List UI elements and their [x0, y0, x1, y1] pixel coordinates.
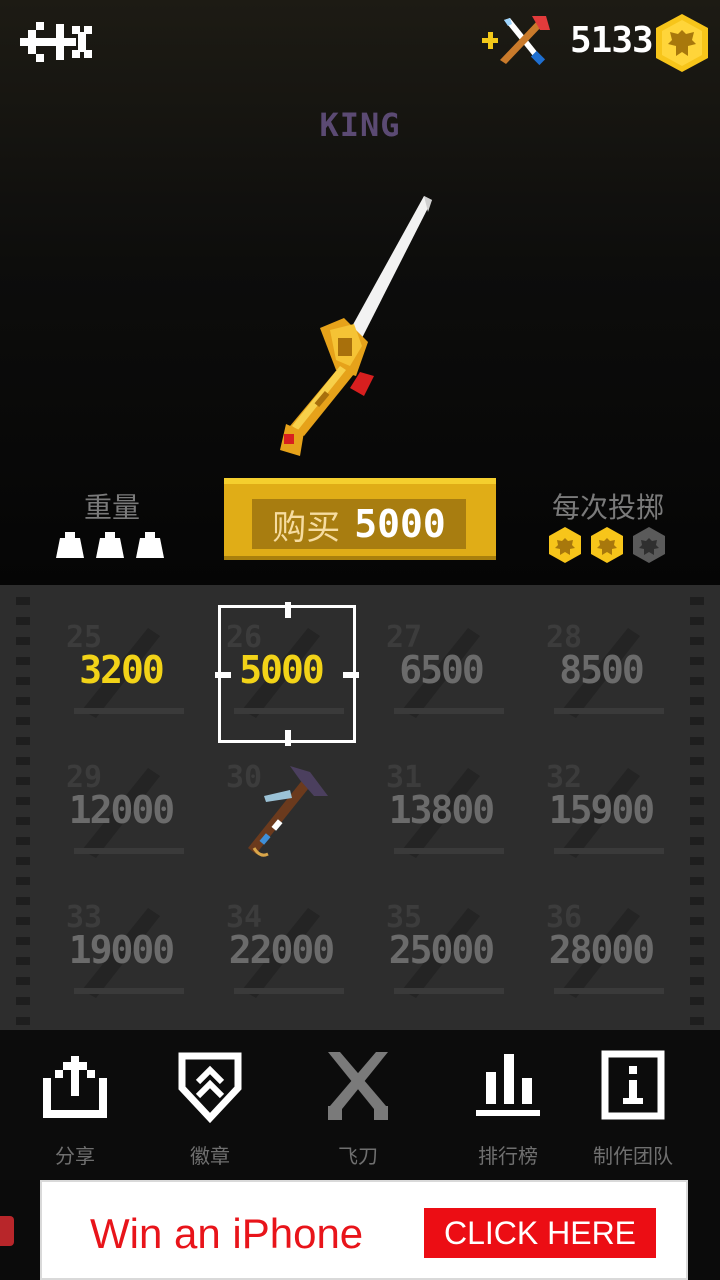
- knife-slot[interactable]: 36 28000: [526, 888, 676, 1018]
- leaderboard-icon: [476, 1054, 540, 1116]
- knife-progress-bar: [74, 708, 184, 714]
- knife-price: 28000: [548, 928, 655, 972]
- bottom-nav: 分享 徽章 飞刀 排行榜 制作团队: [0, 1030, 720, 1180]
- nav-share[interactable]: 分享: [10, 1048, 140, 1178]
- knife-price: 22000: [228, 928, 335, 972]
- ad-side-tab[interactable]: [0, 1216, 14, 1246]
- knife-price: 8500: [559, 648, 645, 692]
- nav-label: 徽章: [190, 1144, 230, 1168]
- weight-icon: [96, 532, 124, 558]
- badge-shield-icon: [178, 1052, 242, 1124]
- weight-icon: [136, 532, 164, 558]
- knife-progress-bar: [234, 988, 344, 994]
- knife-slot[interactable]: 27 6500: [366, 608, 516, 738]
- coin-icon-dim: [633, 527, 665, 563]
- buy-button-inner: 购买 5000: [252, 499, 466, 549]
- nav-label: 分享: [55, 1144, 95, 1168]
- nav-label: 制作团队: [593, 1144, 673, 1168]
- throw-cost-label: 每次投掷: [551, 491, 664, 524]
- knife-slot[interactable]: 34 22000: [206, 888, 356, 1018]
- knife-price: 12000: [68, 788, 175, 832]
- weight-label: 重量: [83, 491, 140, 524]
- buy-label: 购买: [272, 507, 341, 548]
- knife-price: 13800: [388, 788, 495, 832]
- knife-slot[interactable]: 31 13800: [366, 748, 516, 878]
- knife-combo-icon[interactable]: [480, 14, 552, 70]
- left-rail: [16, 585, 30, 1030]
- knife-slot[interactable]: 25 3200: [46, 608, 196, 738]
- knife-slot[interactable]: 29 12000: [46, 748, 196, 878]
- nav-knives[interactable]: 飞刀: [293, 1048, 423, 1178]
- knife-slot[interactable]: 32 15900: [526, 748, 676, 878]
- ad-click-button[interactable]: CLICK HERE: [424, 1208, 656, 1258]
- sword-icon: [280, 196, 432, 456]
- info-icon: [601, 1050, 665, 1120]
- knife-progress-bar: [554, 988, 664, 994]
- selection-frame: [215, 602, 359, 746]
- back-arrow-icon[interactable]: [16, 12, 100, 72]
- coin-balance: 5133: [570, 20, 654, 61]
- knife-price: 6500: [399, 648, 485, 692]
- crossed-knives-icon: [328, 1052, 388, 1120]
- knife-progress-bar: [394, 988, 504, 994]
- knife-price: 3200: [79, 648, 165, 692]
- right-rail: [690, 585, 704, 1030]
- nav-label: 飞刀: [338, 1144, 378, 1168]
- nav-leaderboard[interactable]: 排行榜: [443, 1048, 573, 1178]
- buy-price: 5000: [354, 502, 446, 546]
- knife-slot[interactable]: 30: [206, 748, 356, 878]
- knife-price: 19000: [68, 928, 175, 972]
- knife-slot[interactable]: 33 19000: [46, 888, 196, 1018]
- buy-button[interactable]: 购买 5000: [224, 478, 496, 560]
- knife-progress-bar: [74, 988, 184, 994]
- share-icon: [43, 1056, 107, 1118]
- eagle-coin-icon: [656, 14, 708, 72]
- knife-progress-bar: [394, 708, 504, 714]
- knife-slot[interactable]: 28 8500: [526, 608, 676, 738]
- throw-cost-meter: [548, 526, 666, 564]
- coin-icon: [591, 527, 623, 563]
- knife-progress-bar: [394, 848, 504, 854]
- weight-icon: [56, 532, 84, 558]
- hatchet-icon: [248, 766, 328, 857]
- coin-icon: [549, 527, 581, 563]
- knife-price: 25000: [388, 928, 495, 972]
- nav-badges[interactable]: 徽章: [145, 1048, 275, 1178]
- knife-progress-bar: [554, 848, 664, 854]
- knife-progress-bar: [554, 708, 664, 714]
- nav-credits[interactable]: 制作团队: [568, 1048, 698, 1178]
- ad-banner[interactable]: Win an iPhone CLICK HERE: [40, 1180, 688, 1280]
- weight-meter: [54, 528, 166, 560]
- knife-price: 15900: [548, 788, 655, 832]
- item-name: KING: [319, 106, 401, 144]
- knife-progress-bar: [74, 848, 184, 854]
- knife-slot[interactable]: 35 25000: [366, 888, 516, 1018]
- nav-label: 排行榜: [478, 1144, 538, 1168]
- ad-text: Win an iPhone: [90, 1210, 364, 1257]
